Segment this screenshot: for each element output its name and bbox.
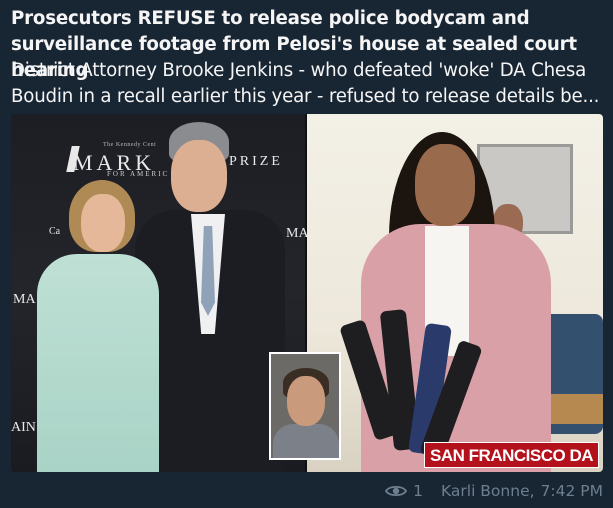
inset-photo bbox=[269, 352, 341, 460]
eye-icon bbox=[385, 485, 408, 497]
description-line-2: Boudin in a recall earlier this year - r… bbox=[11, 86, 600, 107]
person-figure bbox=[37, 254, 159, 472]
person-figure bbox=[287, 376, 325, 426]
view-count: 1 bbox=[413, 482, 423, 500]
backdrop-text: Ca bbox=[49, 226, 61, 237]
person-figure bbox=[171, 140, 227, 212]
backdrop-text: The Kennedy Cent bbox=[103, 142, 157, 148]
media-photo[interactable]: The Kennedy Cent MARK FOR AMERIC PRIZE M… bbox=[11, 114, 603, 472]
photo-left-panel: The Kennedy Cent MARK FOR AMERIC PRIZE M… bbox=[11, 114, 309, 472]
person-figure bbox=[415, 144, 475, 226]
message-meta: 1 Karli Bonne, 7:42 PM bbox=[385, 479, 603, 503]
backdrop-text: AIN bbox=[11, 420, 36, 435]
message-bubble[interactable]: Prosecutors REFUSE to release police bod… bbox=[0, 0, 613, 508]
backdrop-text: MA bbox=[286, 226, 309, 241]
backdrop-text: PRIZE bbox=[229, 154, 283, 169]
person-figure bbox=[273, 424, 339, 458]
author-signature: Karli Bonne, bbox=[441, 482, 535, 500]
brand-tag: SAN FRANCISCO DA bbox=[424, 442, 599, 468]
description-line-1: District Attorney Brooke Jenkins - who d… bbox=[11, 60, 587, 81]
message-time: 7:42 PM bbox=[540, 482, 603, 500]
backdrop-text: FOR AMERIC bbox=[107, 170, 170, 178]
photo-right-panel: SAN FRANCISCO DA bbox=[307, 114, 603, 472]
person-figure bbox=[81, 194, 125, 252]
post-description: District Attorney Brooke Jenkins - who d… bbox=[11, 58, 609, 110]
backdrop-text: MA bbox=[13, 292, 36, 307]
